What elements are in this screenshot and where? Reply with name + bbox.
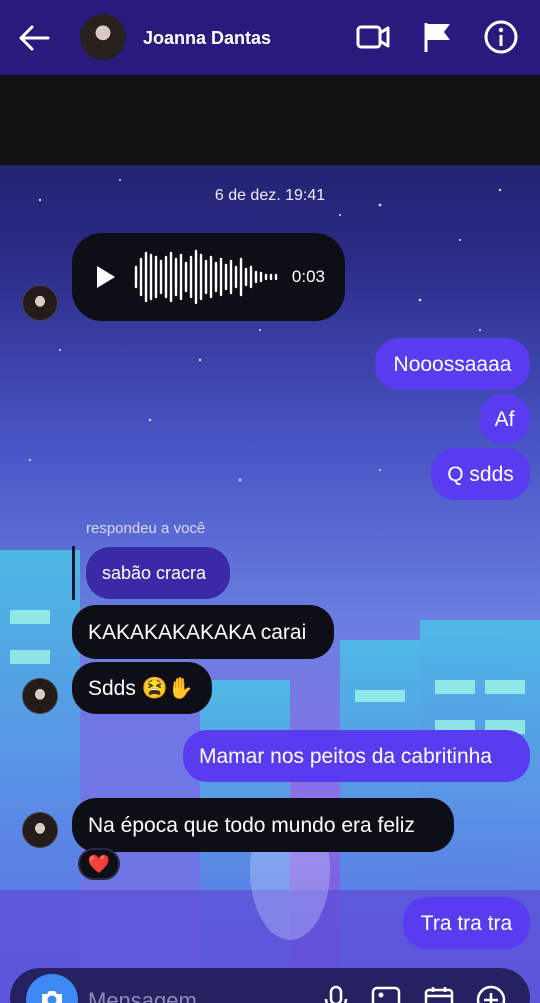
microphone-icon[interactable]: [320, 984, 352, 1003]
received-message[interactable]: Sdds 😫✋: [72, 662, 212, 714]
add-icon[interactable]: [475, 984, 507, 1003]
heart-icon: ❤️: [87, 853, 111, 874]
sent-message[interactable]: Nooossaaaa: [375, 338, 530, 390]
chat-header: Joanna Dantas: [0, 0, 540, 75]
camera-icon: [42, 991, 62, 1003]
camera-button[interactable]: [26, 974, 78, 1003]
sent-message[interactable]: Af: [479, 394, 530, 444]
heart-reaction[interactable]: ❤️: [78, 848, 120, 880]
quoted-message[interactable]: sabão cracra: [86, 547, 230, 599]
info-icon[interactable]: [483, 19, 519, 55]
sent-message[interactable]: Tra tra tra: [403, 897, 530, 949]
sender-avatar[interactable]: [22, 812, 58, 848]
black-band: [0, 75, 540, 165]
calendar-icon[interactable]: [423, 984, 455, 1003]
sender-avatar[interactable]: [22, 678, 58, 714]
voice-message[interactable]: 0:03: [72, 233, 345, 321]
reply-indicator-bar: [72, 546, 75, 600]
reply-label: respondeu a você: [86, 520, 206, 537]
composer-bar: Mensagem...: [0, 968, 540, 1003]
flag-icon[interactable]: [420, 19, 456, 55]
received-message[interactable]: Na época que todo mundo era feliz: [72, 798, 454, 852]
play-icon[interactable]: [92, 264, 118, 290]
gallery-icon[interactable]: [370, 984, 402, 1003]
message-composer: Mensagem...: [10, 968, 530, 1003]
contact-avatar[interactable]: [80, 14, 126, 60]
message-input[interactable]: Mensagem...: [88, 988, 215, 1003]
sender-avatar[interactable]: [22, 285, 58, 321]
received-message[interactable]: KAKAKAKAKAKA carai: [72, 605, 334, 659]
video-call-icon[interactable]: [355, 19, 391, 55]
waveform: [134, 249, 278, 305]
contact-name[interactable]: Joanna Dantas: [143, 28, 271, 49]
message-timestamp: 6 de dez. 19:41: [214, 187, 326, 204]
back-arrow-icon[interactable]: [14, 20, 54, 56]
sent-message[interactable]: Mamar nos peitos da cabritinha: [183, 730, 530, 782]
sent-message[interactable]: Q sdds: [431, 448, 530, 500]
audio-duration: 0:03: [291, 267, 325, 286]
